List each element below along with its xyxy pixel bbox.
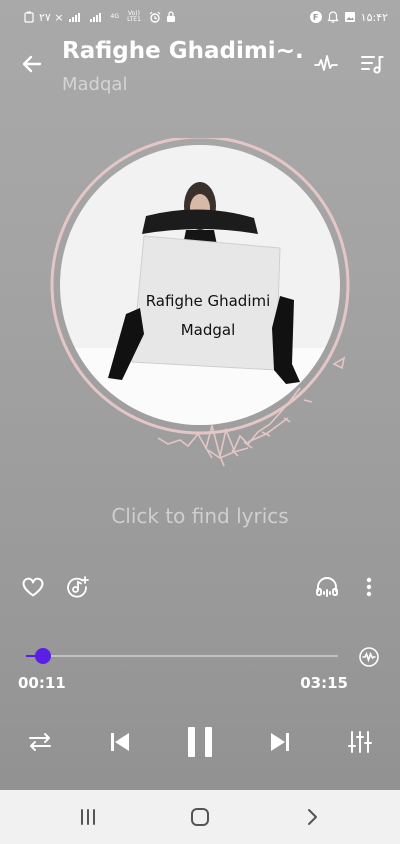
song-title: Rafighe Ghadimi~... bbox=[62, 38, 302, 64]
album-art-area[interactable]: Rafighe Ghadimi Madgal bbox=[48, 135, 352, 468]
battery-saver-icon bbox=[24, 11, 34, 23]
seek-bar[interactable] bbox=[26, 655, 338, 657]
equalizer-button[interactable] bbox=[344, 726, 376, 758]
f-badge: F bbox=[309, 11, 322, 23]
notification-bell-icon bbox=[327, 11, 339, 23]
audio-effect-button[interactable] bbox=[358, 646, 380, 668]
more-vertical-icon bbox=[366, 577, 372, 597]
current-time: 00:11 bbox=[18, 674, 66, 692]
playlist-button[interactable] bbox=[358, 50, 386, 78]
status-right: F ۱۵:۴۲ bbox=[309, 10, 388, 24]
status-left: ۲۷ × 4G Vo)) LTE1 bbox=[24, 11, 176, 24]
recents-icon bbox=[81, 809, 95, 825]
seek-thumb[interactable] bbox=[35, 648, 52, 664]
home-icon bbox=[191, 808, 209, 826]
album-text-line2: Madgal bbox=[181, 321, 236, 339]
nav-back-icon bbox=[308, 809, 317, 825]
system-nav-bar bbox=[0, 790, 400, 844]
action-row bbox=[0, 572, 400, 604]
clock: ۱۵:۴۲ bbox=[360, 10, 388, 24]
album-text-line1: Rafighe Ghadimi bbox=[146, 292, 271, 310]
status-left-text: ۲۷ × bbox=[39, 10, 64, 24]
album-visualizer: Rafighe Ghadimi Madgal bbox=[50, 135, 350, 467]
find-lyrics-button[interactable]: Click to find lyrics bbox=[0, 504, 400, 528]
network-type: 4G bbox=[110, 13, 119, 20]
volte-indicator: Vo)) LTE1 bbox=[127, 10, 141, 23]
add-to-playlist-button[interactable] bbox=[64, 574, 90, 600]
total-time: 03:15 bbox=[300, 674, 348, 692]
waveform-button[interactable] bbox=[312, 50, 340, 78]
back-button[interactable] bbox=[18, 50, 46, 78]
image-icon bbox=[344, 12, 355, 22]
lock-icon bbox=[167, 11, 175, 22]
equalizer-icon bbox=[348, 731, 372, 753]
arrow-left-icon bbox=[22, 55, 42, 73]
waveform-icon bbox=[314, 55, 338, 71]
next-button[interactable] bbox=[264, 726, 296, 758]
status-bar: ۲۷ × 4G Vo)) LTE1 F ۱۵:۴۲ bbox=[0, 0, 400, 34]
home-button[interactable] bbox=[188, 805, 212, 829]
pause-button[interactable] bbox=[182, 724, 218, 760]
heart-icon bbox=[22, 577, 44, 597]
music-note-add-icon bbox=[67, 576, 89, 598]
playback-controls bbox=[0, 722, 400, 762]
signal-icon bbox=[68, 13, 80, 22]
progress-section: 00:11 03:15 bbox=[0, 646, 400, 706]
previous-button[interactable] bbox=[104, 726, 136, 758]
player-header: Rafighe Ghadimi~... Madqal bbox=[0, 34, 400, 100]
audio-effect-icon bbox=[359, 647, 379, 667]
headphones-button[interactable] bbox=[314, 574, 340, 600]
playlist-icon bbox=[361, 56, 384, 74]
more-options-button[interactable] bbox=[356, 574, 382, 600]
skip-next-icon bbox=[271, 733, 289, 751]
pause-icon bbox=[188, 727, 212, 757]
repeat-icon bbox=[29, 733, 51, 751]
recents-button[interactable] bbox=[76, 805, 100, 829]
like-button[interactable] bbox=[20, 574, 46, 600]
nav-back-button[interactable] bbox=[300, 805, 324, 829]
headphones-icon bbox=[316, 577, 338, 597]
repeat-button[interactable] bbox=[24, 726, 56, 758]
artist-name[interactable]: Madqal bbox=[62, 74, 127, 95]
signal-icon-2 bbox=[89, 13, 101, 22]
alarm-icon bbox=[149, 11, 161, 23]
skip-previous-icon bbox=[111, 733, 129, 751]
